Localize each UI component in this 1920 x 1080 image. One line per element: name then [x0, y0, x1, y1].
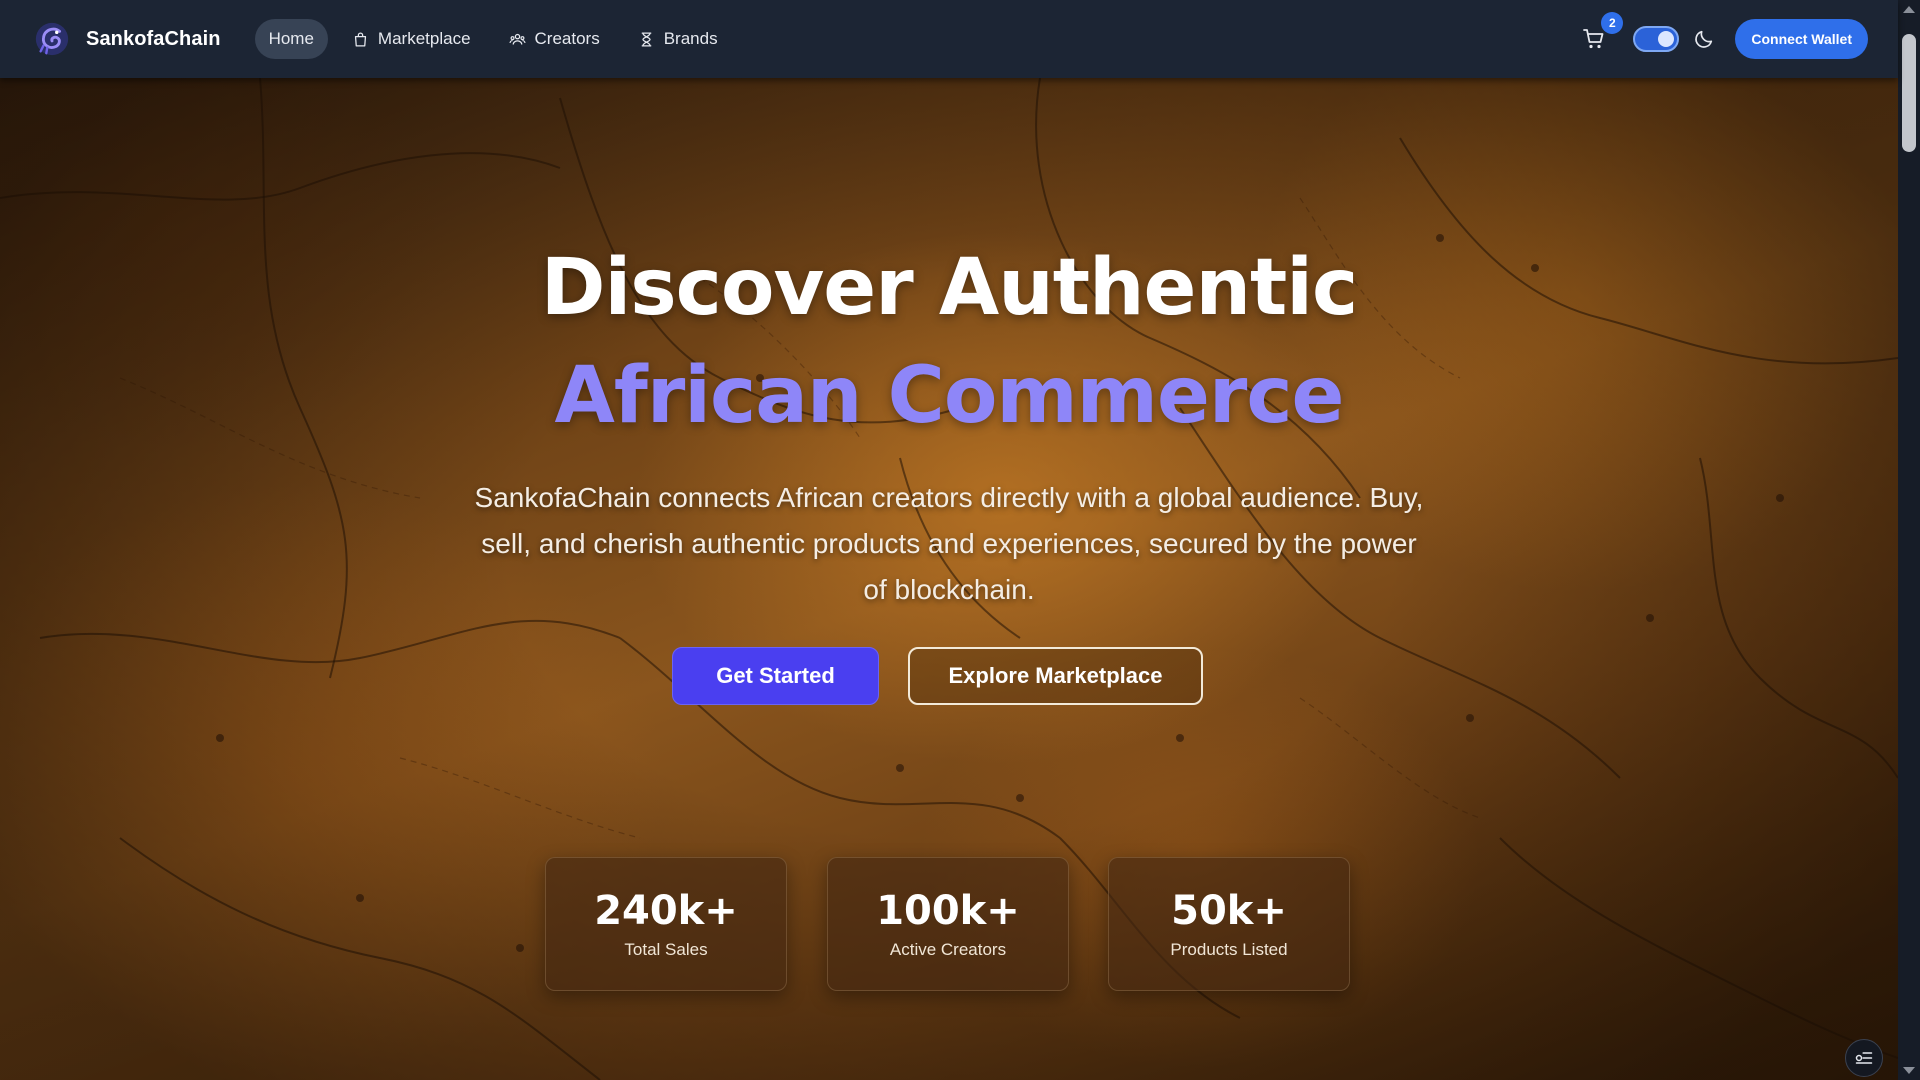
stat-value: 50k+: [1171, 888, 1287, 934]
hero-title-line-2: African Commerce: [554, 351, 1345, 441]
scroll-up-arrow-icon[interactable]: [1903, 6, 1915, 13]
top-navbar: SankofaChain Home Marketplace Creators B…: [0, 0, 1898, 78]
hourglass-icon: [641, 31, 652, 47]
hero-subtitle: SankofaChain connects African creators d…: [474, 482, 1424, 605]
list-settings-icon: [1855, 1052, 1873, 1064]
nav-marketplace[interactable]: Marketplace: [338, 19, 485, 59]
scroll-thumb[interactable]: [1902, 34, 1916, 152]
brand-home-link[interactable]: SankofaChain: [33, 20, 221, 58]
nav-brands-label: Brands: [663, 29, 718, 48]
shopping-cart-icon: [1583, 29, 1604, 49]
nav-marketplace-label: Marketplace: [377, 29, 471, 48]
theme-toggle[interactable]: [1633, 26, 1680, 52]
nav-home[interactable]: Home: [254, 19, 328, 59]
nav-creators-label: Creators: [534, 29, 600, 48]
sankofa-logo-icon: [35, 22, 69, 56]
toggle-knob: [1658, 31, 1675, 47]
moon-icon[interactable]: [1693, 28, 1715, 50]
brand-name: SankofaChain: [86, 27, 221, 50]
main-nav: Home Marketplace Creators Brands: [254, 19, 742, 59]
stat-label: Products Listed: [1170, 940, 1288, 959]
cart-count-badge: 2: [1601, 12, 1624, 34]
scroll-down-arrow-icon[interactable]: [1903, 1067, 1915, 1074]
stat-value: 100k+: [876, 888, 1020, 934]
header-actions: 2 Connect Wallet: [1579, 12, 1868, 59]
stat-label: Total Sales: [624, 940, 708, 959]
stat-value: 240k+: [594, 888, 738, 934]
stat-label: Active Creators: [889, 940, 1007, 959]
connect-wallet-button[interactable]: Connect Wallet: [1735, 19, 1868, 59]
floating-menu-button[interactable]: [1845, 1039, 1883, 1077]
explore-marketplace-button[interactable]: Explore Marketplace: [908, 647, 1203, 705]
hero-section: Discover Authentic African Commerce Sank…: [0, 78, 1898, 1080]
get-started-button[interactable]: Get Started: [672, 647, 879, 705]
cart-button[interactable]: 2: [1579, 12, 1624, 54]
nav-brands[interactable]: Brands: [624, 19, 732, 59]
nav-creators[interactable]: Creators: [495, 19, 614, 59]
shopping-bag-icon: [354, 32, 367, 47]
users-icon: [509, 33, 526, 45]
nav-home-label: Home: [268, 29, 314, 48]
stat-card-total-sales: 240k+ Total Sales: [545, 857, 787, 991]
page-scrollbar[interactable]: [1898, 0, 1920, 1080]
hero-title-line-1: Discover Authentic: [540, 243, 1359, 333]
stat-card-active-creators: 100k+ Active Creators: [827, 857, 1069, 991]
stat-card-products-listed: 50k+ Products Listed: [1108, 857, 1350, 991]
